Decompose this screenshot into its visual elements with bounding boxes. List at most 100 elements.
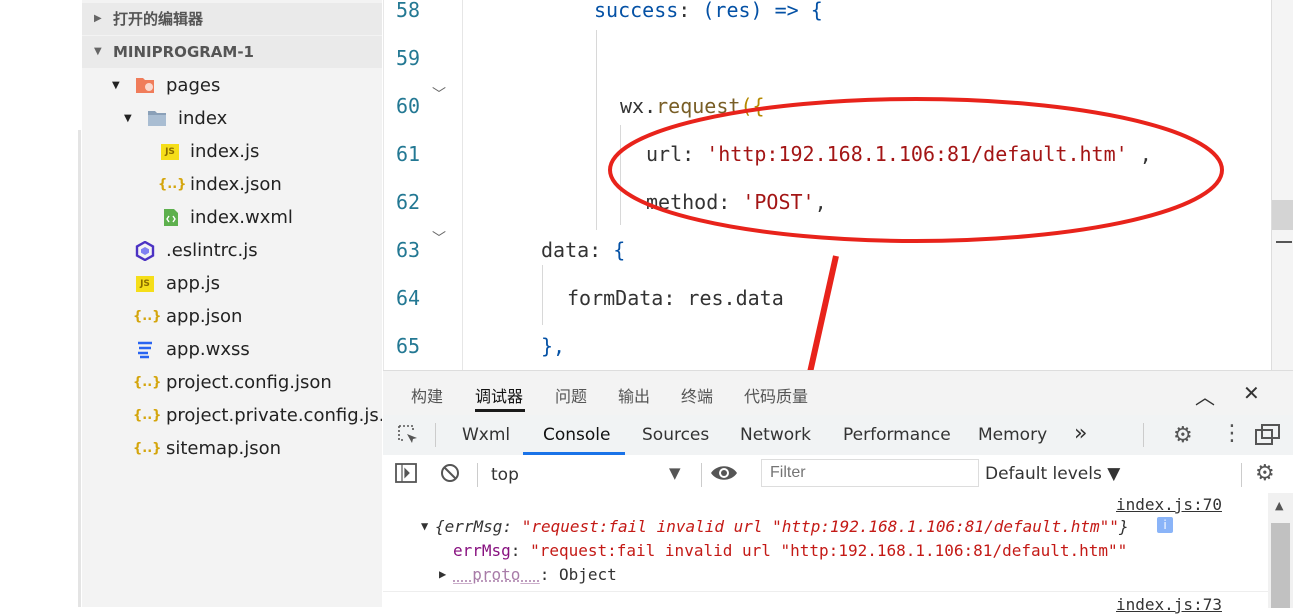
folder-icon: [147, 109, 167, 129]
tree-item-app-wxss[interactable]: app.wxss: [82, 333, 382, 366]
log-divider: [383, 591, 1268, 592]
tab-problems[interactable]: 问题: [555, 383, 587, 407]
more-options-icon[interactable]: ⋮: [1221, 421, 1243, 446]
tree-item-label: project.config.json: [166, 366, 332, 399]
code-line-62: method: 'POST',: [646, 190, 827, 214]
tree-item-index-js[interactable]: JS index.js: [82, 135, 382, 168]
tab-wxml[interactable]: Wxml: [462, 425, 510, 445]
log-levels-select[interactable]: Default levels ▼: [985, 464, 1120, 484]
indent-guide: [542, 265, 543, 325]
close-icon[interactable]: ✕: [1243, 381, 1260, 405]
console-scrollbar[interactable]: ▲: [1268, 493, 1293, 608]
code-token-bracket: ({: [740, 94, 764, 118]
tab-network[interactable]: Network: [740, 425, 811, 445]
code-line-63: data: {: [541, 238, 625, 262]
code-token-punct: :: [678, 0, 702, 22]
code-token-method: request: [656, 94, 740, 118]
code-token-punct: :: [682, 142, 706, 166]
indent-guide: [620, 125, 621, 225]
scroll-marker: [1276, 241, 1292, 243]
collapse-panel-icon[interactable]: ︿: [1195, 381, 1215, 410]
log-source-link[interactable]: index.js:70: [1116, 495, 1222, 514]
tab-console[interactable]: Console: [543, 425, 611, 445]
tree-item-index-folder[interactable]: ▼ index: [82, 102, 382, 135]
json-file-icon: {..}: [133, 406, 153, 426]
tree-item-project-config[interactable]: {..} project.config.json: [82, 366, 382, 399]
code-line-65: },: [541, 334, 565, 358]
log-proto-value: : Object: [540, 565, 617, 584]
divider: [477, 463, 478, 487]
code-editor[interactable]: 58 success: (res) => { 59 60 ﹀ wx.reques…: [383, 0, 1272, 370]
context-select[interactable]: top ▼: [483, 459, 693, 489]
scrollbar-thumb[interactable]: [1272, 200, 1293, 230]
code-token-bracket: {: [613, 238, 625, 262]
chevron-down-icon: ▼: [112, 69, 120, 102]
code-token-punct: :: [663, 286, 687, 310]
tree-item-eslintrc[interactable]: .eslintrc.js: [82, 234, 382, 267]
open-editors-header[interactable]: ▶ 打开的编辑器: [82, 3, 382, 35]
sidebar-toggle-icon[interactable]: [395, 463, 417, 487]
log-property: errMsg: "request:fail invalid url "http:…: [453, 541, 1127, 560]
project-header[interactable]: ▼ MINIPROGRAM-1: [82, 36, 382, 68]
log-proto: __proto__: Object: [453, 565, 617, 584]
code-token-string: 'http:192.168.1.106:81/default.htm': [706, 142, 1127, 166]
tree-item-sitemap[interactable]: {..} sitemap.json: [82, 432, 382, 465]
tree-item-pages[interactable]: ▼ pages: [82, 69, 382, 102]
json-file-icon: {..}: [133, 307, 153, 327]
tree-item-app-js[interactable]: JS app.js: [82, 267, 382, 300]
chevron-down-icon: ▼: [124, 102, 132, 135]
tree-item-index-wxml[interactable]: index.wxml: [82, 201, 382, 234]
code-token-object: wx: [620, 94, 644, 118]
expand-triangle-icon[interactable]: ▼: [421, 519, 428, 533]
code-token-property: formData: [567, 286, 663, 310]
tab-debugger[interactable]: 调试器: [475, 383, 523, 407]
tree-item-app-json[interactable]: {..} app.json: [82, 300, 382, 333]
info-icon[interactable]: i: [1157, 517, 1173, 533]
fold-chevron-icon[interactable]: ﹀: [432, 84, 446, 104]
code-token-property: data: [541, 238, 589, 262]
tab-output[interactable]: 输出: [618, 383, 650, 407]
js-file-icon: JS: [136, 276, 154, 292]
tab-memory[interactable]: Memory: [978, 425, 1047, 445]
console-settings-icon[interactable]: ⚙: [1255, 461, 1275, 486]
editor-scrollbar[interactable]: [1271, 0, 1293, 370]
settings-gear-icon[interactable]: ⚙: [1173, 423, 1193, 448]
fold-chevron-icon[interactable]: ﹀: [432, 228, 446, 248]
indent-guide: [462, 0, 463, 370]
tree-item-index-json[interactable]: {..} index.json: [82, 168, 382, 201]
inspect-element-icon[interactable]: [397, 424, 419, 450]
tab-code-quality[interactable]: 代码质量: [744, 383, 808, 407]
code-token-punct: :: [718, 190, 742, 214]
tree-item-project-private-config[interactable]: {..} project.private.config.js...: [82, 399, 382, 432]
divider: [1143, 423, 1144, 447]
log-source-link[interactable]: index.js:73: [1116, 595, 1222, 614]
console-log-entry[interactable]: ▼ {errMsg: "request:fail invalid url "ht…: [383, 517, 1268, 589]
scroll-up-icon[interactable]: ▲: [1275, 499, 1283, 512]
activity-bar-scroll[interactable]: [78, 130, 81, 607]
expand-triangle-icon[interactable]: ▶: [439, 567, 446, 581]
undock-icon[interactable]: [1255, 424, 1281, 450]
clear-console-icon[interactable]: [439, 462, 461, 488]
more-tabs-icon[interactable]: »: [1074, 421, 1087, 446]
log-property-value: "request:fail invalid url "http:192.168.…: [530, 541, 1127, 560]
tab-build[interactable]: 构建: [411, 383, 443, 407]
wxml-file-icon: [161, 208, 181, 228]
log-summary-value: "request:fail invalid url "http:192.168.…: [522, 517, 1119, 536]
tree-item-label: index.wxml: [190, 201, 293, 234]
code-token-callback: (res) => {: [702, 0, 822, 22]
tab-terminal[interactable]: 终端: [681, 383, 713, 407]
eye-icon[interactable]: [709, 461, 739, 489]
project-label: MINIPROGRAM-1: [113, 36, 254, 68]
code-line-58: success: (res) => {: [594, 0, 823, 22]
scrollbar-thumb[interactable]: [1271, 523, 1290, 608]
js-file-icon: JS: [161, 144, 179, 160]
tab-sources[interactable]: Sources: [642, 425, 709, 445]
log-proto-key: __proto__: [453, 565, 540, 584]
code-token-identifier: res.data: [687, 286, 783, 310]
chevron-down-icon: ▼: [94, 36, 102, 68]
line-number: 60: [396, 94, 436, 118]
line-number: 64: [396, 286, 436, 310]
code-line-64: formData: res.data: [567, 286, 784, 310]
tab-performance[interactable]: Performance: [843, 425, 951, 445]
console-filter-input[interactable]: [761, 459, 979, 487]
